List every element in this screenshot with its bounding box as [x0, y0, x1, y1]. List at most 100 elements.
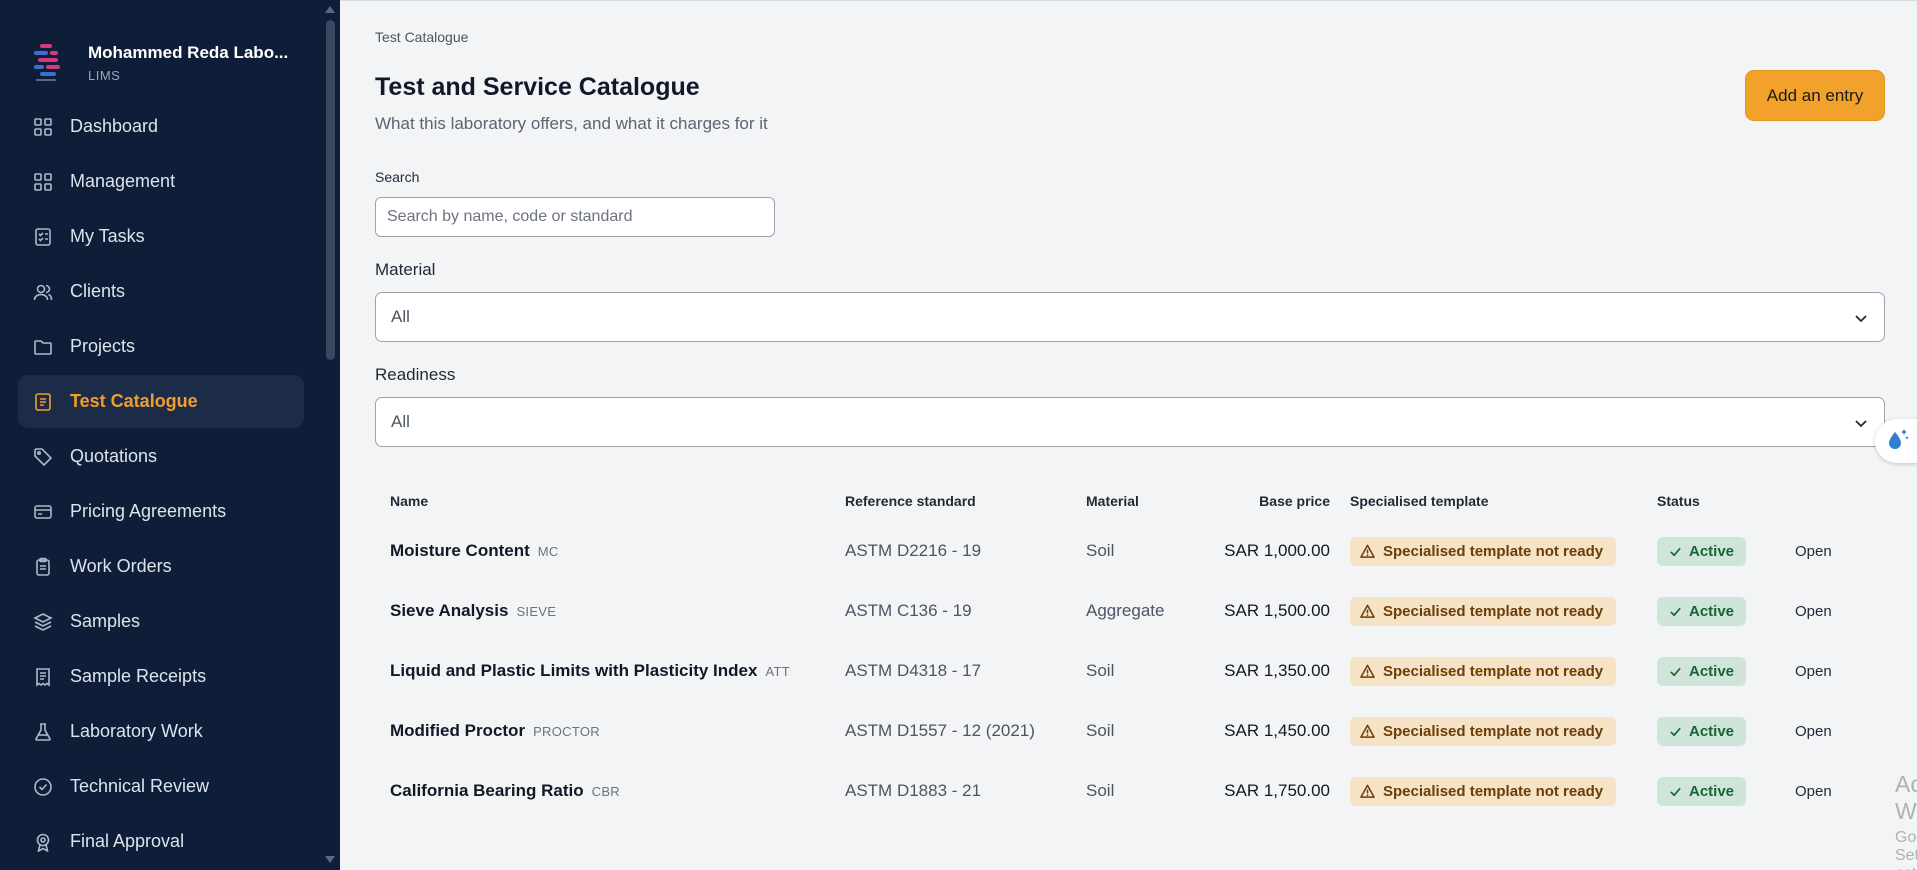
main-content: Test Catalogue Test and Service Catalogu… [340, 0, 1917, 870]
sidebar-item-quotations[interactable]: Quotations [18, 430, 304, 483]
table-row[interactable]: Modified Proctor PROCTOR ASTM D1557 - 12 (… [375, 701, 1885, 761]
layers-icon [32, 611, 54, 633]
status-badge: Active [1657, 597, 1747, 626]
column-header-name[interactable]: Name [390, 493, 428, 509]
table-row[interactable]: California Bearing Ratio CBR ASTM D1883 - … [375, 761, 1885, 821]
open-link[interactable]: Open [1795, 543, 1832, 560]
template-status-badge: Specialised template not ready [1350, 657, 1617, 686]
sidebar-item-dashboard[interactable]: Dashboard [18, 100, 304, 153]
sidebar-item-samples[interactable]: Samples [18, 595, 304, 648]
table-row[interactable]: Liquid and Plastic Limits with Plasticit… [375, 641, 1885, 701]
material-cell: Soil [1086, 721, 1115, 740]
base-price: SAR 1,000.00 [1224, 541, 1330, 560]
test-name-label: Modified Proctor [390, 721, 526, 740]
open-link[interactable]: Open [1795, 783, 1832, 800]
sidebar-item-pricing-agreements[interactable]: Pricing Agreements [18, 485, 304, 538]
flask-icon [32, 721, 54, 743]
scroll-up-arrow[interactable] [325, 6, 335, 13]
check-icon [1669, 785, 1682, 798]
open-link[interactable]: Open [1795, 603, 1832, 620]
sidebar-item-sample-receipts[interactable]: Sample Receipts [18, 650, 304, 703]
base-price: SAR 1,450.00 [1224, 721, 1330, 740]
water-drop-sparkle-icon [1885, 426, 1911, 457]
lab-name: Mohammed Reda Labo... [88, 43, 289, 62]
status-label: Active [1689, 543, 1735, 560]
test-name-label: California Bearing Ratio [390, 781, 584, 800]
receipt-icon [32, 666, 54, 688]
template-status-label: Specialised template not ready [1383, 783, 1604, 800]
test-name[interactable]: Moisture Content MC [390, 541, 559, 561]
check-icon [1669, 545, 1682, 558]
windows-activation-watermark: Activate Windows Go to Settings to activ… [1895, 771, 1917, 870]
column-header-standard[interactable]: Reference standard [845, 493, 976, 509]
template-status-badge: Specialised template not ready [1350, 597, 1617, 626]
table-row[interactable]: Moisture Content MC ASTM D2216 - 19 Soil SAR… [375, 521, 1885, 581]
open-link[interactable]: Open [1795, 663, 1832, 680]
readiness-select[interactable]: All [375, 397, 1885, 447]
lab-logo [30, 40, 70, 86]
template-status-label: Specialised template not ready [1383, 603, 1604, 620]
sidebar-item-projects[interactable]: Projects [18, 320, 304, 373]
sidebar-item-label: Clients [70, 281, 126, 301]
column-header-price[interactable]: Base price [1205, 493, 1330, 509]
grid-icon [32, 171, 54, 193]
material-cell: Soil [1086, 781, 1115, 800]
table-row[interactable]: Sieve Analysis SIEVE ASTM C136 - 19 Aggrega… [375, 581, 1885, 641]
check-icon [1669, 605, 1682, 618]
column-header-template[interactable]: Specialised template [1350, 493, 1489, 509]
sidebar-item-technical-review[interactable]: Technical Review [18, 760, 304, 813]
test-name[interactable]: Modified Proctor PROCTOR [390, 721, 600, 741]
reference-standard: ASTM D1883 - 21 [845, 781, 982, 800]
warning-icon [1360, 544, 1375, 559]
folder-icon [32, 336, 54, 358]
search-label: Search [375, 169, 420, 185]
open-link[interactable]: Open [1795, 723, 1832, 740]
breadcrumb[interactable]: Test Catalogue [375, 29, 468, 45]
test-name-label: Liquid and Plastic Limits with Plasticit… [390, 661, 758, 680]
template-status-badge: Specialised template not ready [1350, 717, 1617, 746]
status-badge: Active [1657, 537, 1747, 566]
material-label: Material [375, 260, 436, 279]
reference-standard: ASTM C136 - 19 [845, 601, 972, 620]
test-code: SIEVE [516, 604, 557, 619]
users-icon [32, 281, 54, 303]
sidebar-item-my-tasks[interactable]: My Tasks [18, 210, 304, 263]
assistant-float-button[interactable] [1875, 419, 1917, 463]
test-name[interactable]: Sieve Analysis SIEVE [390, 601, 556, 621]
reference-standard: ASTM D4318 - 17 [845, 661, 982, 680]
warning-icon [1360, 784, 1375, 799]
add-entry-button[interactable]: Add an entry [1745, 70, 1885, 121]
template-status-badge: Specialised template not ready [1350, 777, 1617, 806]
column-header-status[interactable]: Status [1657, 493, 1700, 509]
brand[interactable]: Mohammed Reda Labo... LIMS [0, 0, 340, 100]
test-name[interactable]: Liquid and Plastic Limits with Plasticit… [390, 661, 790, 681]
scroll-down-arrow[interactable] [325, 856, 335, 863]
column-header-material[interactable]: Material [1086, 493, 1139, 509]
card-icon [32, 501, 54, 523]
catalogue-table: Name Reference standard Material Base pr… [375, 481, 1885, 821]
sidebar-item-label: Sample Receipts [70, 666, 207, 686]
sidebar-item-label: Management [70, 171, 176, 191]
search-input[interactable] [375, 197, 775, 237]
sidebar-item-clients[interactable]: Clients [18, 265, 304, 318]
test-code: ATT [765, 664, 790, 679]
sidebar-item-test-catalogue[interactable]: Test Catalogue [18, 375, 304, 428]
material-select[interactable]: All [375, 292, 1885, 342]
page-subtitle: What this laboratory offers, and what it… [375, 114, 768, 133]
sidebar-item-label: Laboratory Work [70, 721, 203, 741]
sidebar-item-final-approval[interactable]: Final Approval [18, 815, 304, 868]
sidebar-item-laboratory-work[interactable]: Laboratory Work [18, 705, 304, 758]
base-price: SAR 1,500.00 [1224, 601, 1330, 620]
sidebar-item-label: Final Approval [70, 831, 185, 851]
sidebar-scroll-thumb[interactable] [326, 20, 335, 360]
test-code: CBR [591, 784, 620, 799]
sidebar-item-management[interactable]: Management [18, 155, 304, 208]
test-name[interactable]: California Bearing Ratio CBR [390, 781, 620, 801]
test-name-label: Sieve Analysis [390, 601, 509, 620]
grid-icon [32, 116, 54, 138]
sidebar-nav: Dashboard Management My Tasks Clients Pr… [0, 100, 340, 868]
sidebar-item-work-orders[interactable]: Work Orders [18, 540, 304, 593]
template-status-label: Specialised template not ready [1383, 663, 1604, 680]
reference-standard: ASTM D2216 - 19 [845, 541, 982, 560]
reference-standard: ASTM D1557 - 12 (2021) [845, 721, 1035, 740]
